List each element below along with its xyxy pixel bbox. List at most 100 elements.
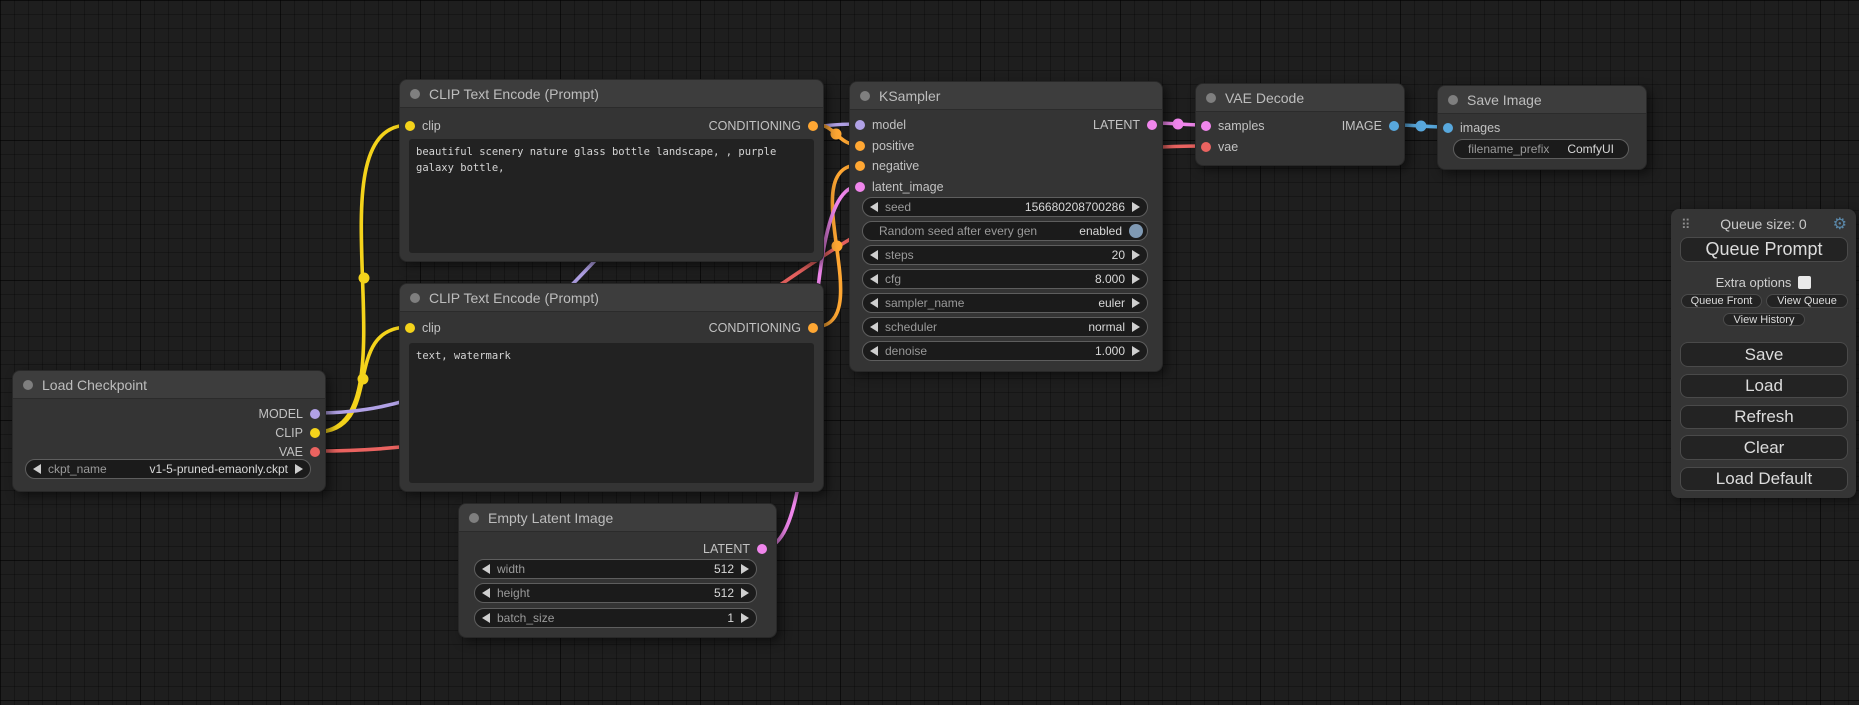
node-save-image[interactable]: Save Image images filename_prefix ComfyU… xyxy=(1437,85,1647,170)
input-slot-samples[interactable] xyxy=(1201,121,1211,131)
right-arrow-icon[interactable] xyxy=(741,613,749,623)
widget-label: width xyxy=(497,562,525,576)
right-arrow-icon[interactable] xyxy=(295,464,303,474)
collapse-dot[interactable] xyxy=(23,380,33,390)
right-arrow-icon[interactable] xyxy=(1132,322,1140,332)
queue-front-button[interactable]: Queue Front xyxy=(1681,294,1762,308)
collapse-dot[interactable] xyxy=(860,91,870,101)
right-arrow-icon[interactable] xyxy=(741,564,749,574)
widget-ckpt-name[interactable]: ckpt_name v1-5-pruned-emaonly.ckpt xyxy=(25,459,311,479)
collapse-dot[interactable] xyxy=(1448,95,1458,105)
left-arrow-icon[interactable] xyxy=(870,322,878,332)
node-header[interactable]: Load Checkpoint xyxy=(13,371,325,399)
collapse-dot[interactable] xyxy=(410,293,420,303)
widget-steps[interactable]: steps 20 xyxy=(862,245,1148,265)
node-clip-text-encode-positive[interactable]: CLIP Text Encode (Prompt) clip CONDITION… xyxy=(399,79,824,262)
gear-icon[interactable]: ⚙ xyxy=(1833,214,1847,234)
widget-denoise[interactable]: denoise 1.000 xyxy=(862,341,1148,361)
collapse-dot[interactable] xyxy=(410,89,420,99)
node-vae-decode[interactable]: VAE Decode samples IMAGE vae xyxy=(1195,83,1405,166)
output-slot-clip[interactable] xyxy=(310,428,320,438)
left-arrow-icon[interactable] xyxy=(870,346,878,356)
prompt-text-field[interactable]: beautiful scenery nature glass bottle la… xyxy=(409,139,814,253)
collapse-dot[interactable] xyxy=(1206,93,1216,103)
link-midpoint-dot[interactable] xyxy=(358,374,369,385)
slot-label-latent-image: latent_image xyxy=(872,180,944,194)
left-arrow-icon[interactable] xyxy=(870,274,878,284)
widget-label: batch_size xyxy=(497,611,554,625)
widget-random-seed[interactable]: Random seed after every gen enabled xyxy=(862,221,1148,241)
slot-row: clip CONDITIONING xyxy=(400,318,823,338)
slot-label-latent: LATENT xyxy=(703,542,750,556)
widget-cfg[interactable]: cfg 8.000 xyxy=(862,269,1148,289)
node-ksampler[interactable]: KSampler model LATENT positive negative … xyxy=(849,81,1163,372)
node-header[interactable]: CLIP Text Encode (Prompt) xyxy=(400,80,823,108)
link-midpoint-dot[interactable] xyxy=(359,273,370,284)
link-midpoint-dot[interactable] xyxy=(1416,121,1427,132)
output-slot-latent[interactable] xyxy=(757,544,767,554)
right-arrow-icon[interactable] xyxy=(1132,202,1140,212)
output-slot-image[interactable] xyxy=(1389,121,1399,131)
slot-label-conditioning: CONDITIONING xyxy=(709,321,801,335)
node-title: CLIP Text Encode (Prompt) xyxy=(429,290,599,306)
output-slot-vae[interactable] xyxy=(310,447,320,457)
clear-button[interactable]: Clear xyxy=(1680,435,1848,460)
output-slot-conditioning[interactable] xyxy=(808,323,818,333)
widget-sampler-name[interactable]: sampler_name euler xyxy=(862,293,1148,313)
input-slot-vae[interactable] xyxy=(1201,142,1211,152)
queue-prompt-button[interactable]: Queue Prompt xyxy=(1680,237,1848,262)
input-slot-negative[interactable] xyxy=(855,161,865,171)
right-arrow-icon[interactable] xyxy=(1132,250,1140,260)
output-slot-latent[interactable] xyxy=(1147,120,1157,130)
widget-seed[interactable]: seed 156680208700286 xyxy=(862,197,1148,217)
widget-scheduler[interactable]: scheduler normal xyxy=(862,317,1148,337)
view-history-button[interactable]: View History xyxy=(1723,313,1805,326)
link-midpoint-dot[interactable] xyxy=(831,129,842,140)
node-header[interactable]: CLIP Text Encode (Prompt) xyxy=(400,284,823,312)
left-arrow-icon[interactable] xyxy=(33,464,41,474)
save-button[interactable]: Save xyxy=(1680,342,1848,367)
output-slot-model[interactable] xyxy=(310,409,320,419)
widget-filename-prefix[interactable]: filename_prefix ComfyUI xyxy=(1453,139,1629,159)
load-default-button[interactable]: Load Default xyxy=(1680,467,1848,491)
slot-row: vae xyxy=(1196,137,1404,157)
refresh-button[interactable]: Refresh xyxy=(1680,405,1848,429)
widget-batch-size[interactable]: batch_size 1 xyxy=(474,608,757,628)
node-empty-latent-image[interactable]: Empty Latent Image LATENT width 512 heig… xyxy=(458,503,777,638)
load-button[interactable]: Load xyxy=(1680,374,1848,398)
prompt-text-field[interactable]: text, watermark xyxy=(409,343,814,483)
left-arrow-icon[interactable] xyxy=(482,564,490,574)
left-arrow-icon[interactable] xyxy=(482,613,490,623)
link-midpoint-dot[interactable] xyxy=(1173,119,1184,130)
node-header[interactable]: Empty Latent Image xyxy=(459,504,776,532)
input-slot-clip[interactable] xyxy=(405,121,415,131)
right-arrow-icon[interactable] xyxy=(1132,298,1140,308)
left-arrow-icon[interactable] xyxy=(482,588,490,598)
node-header[interactable]: KSampler xyxy=(850,82,1162,110)
node-header[interactable]: VAE Decode xyxy=(1196,84,1404,112)
right-arrow-icon[interactable] xyxy=(1132,346,1140,356)
node-load-checkpoint[interactable]: Load Checkpoint MODEL CLIP VAE ckpt_name… xyxy=(12,370,326,492)
right-arrow-icon[interactable] xyxy=(1132,274,1140,284)
toggle-icon[interactable] xyxy=(1129,224,1143,238)
node-clip-text-encode-negative[interactable]: CLIP Text Encode (Prompt) clip CONDITION… xyxy=(399,283,824,492)
extra-options-checkbox[interactable] xyxy=(1798,276,1811,289)
input-slot-images[interactable] xyxy=(1443,123,1453,133)
input-slot-clip[interactable] xyxy=(405,323,415,333)
view-queue-button[interactable]: View Queue xyxy=(1766,294,1848,308)
widget-height[interactable]: height 512 xyxy=(474,583,757,603)
widget-width[interactable]: width 512 xyxy=(474,559,757,579)
left-arrow-icon[interactable] xyxy=(870,250,878,260)
right-arrow-icon[interactable] xyxy=(741,588,749,598)
input-slot-latent-image[interactable] xyxy=(855,182,865,192)
input-slot-positive[interactable] xyxy=(855,141,865,151)
left-arrow-icon[interactable] xyxy=(870,298,878,308)
left-arrow-icon[interactable] xyxy=(870,202,878,212)
node-header[interactable]: Save Image xyxy=(1438,86,1646,114)
slot-label-clip: clip xyxy=(422,321,441,335)
output-slot-conditioning[interactable] xyxy=(808,121,818,131)
link-midpoint-dot[interactable] xyxy=(832,241,843,252)
slot-row: samples IMAGE xyxy=(1196,116,1404,136)
input-slot-model[interactable] xyxy=(855,120,865,130)
collapse-dot[interactable] xyxy=(469,513,479,523)
